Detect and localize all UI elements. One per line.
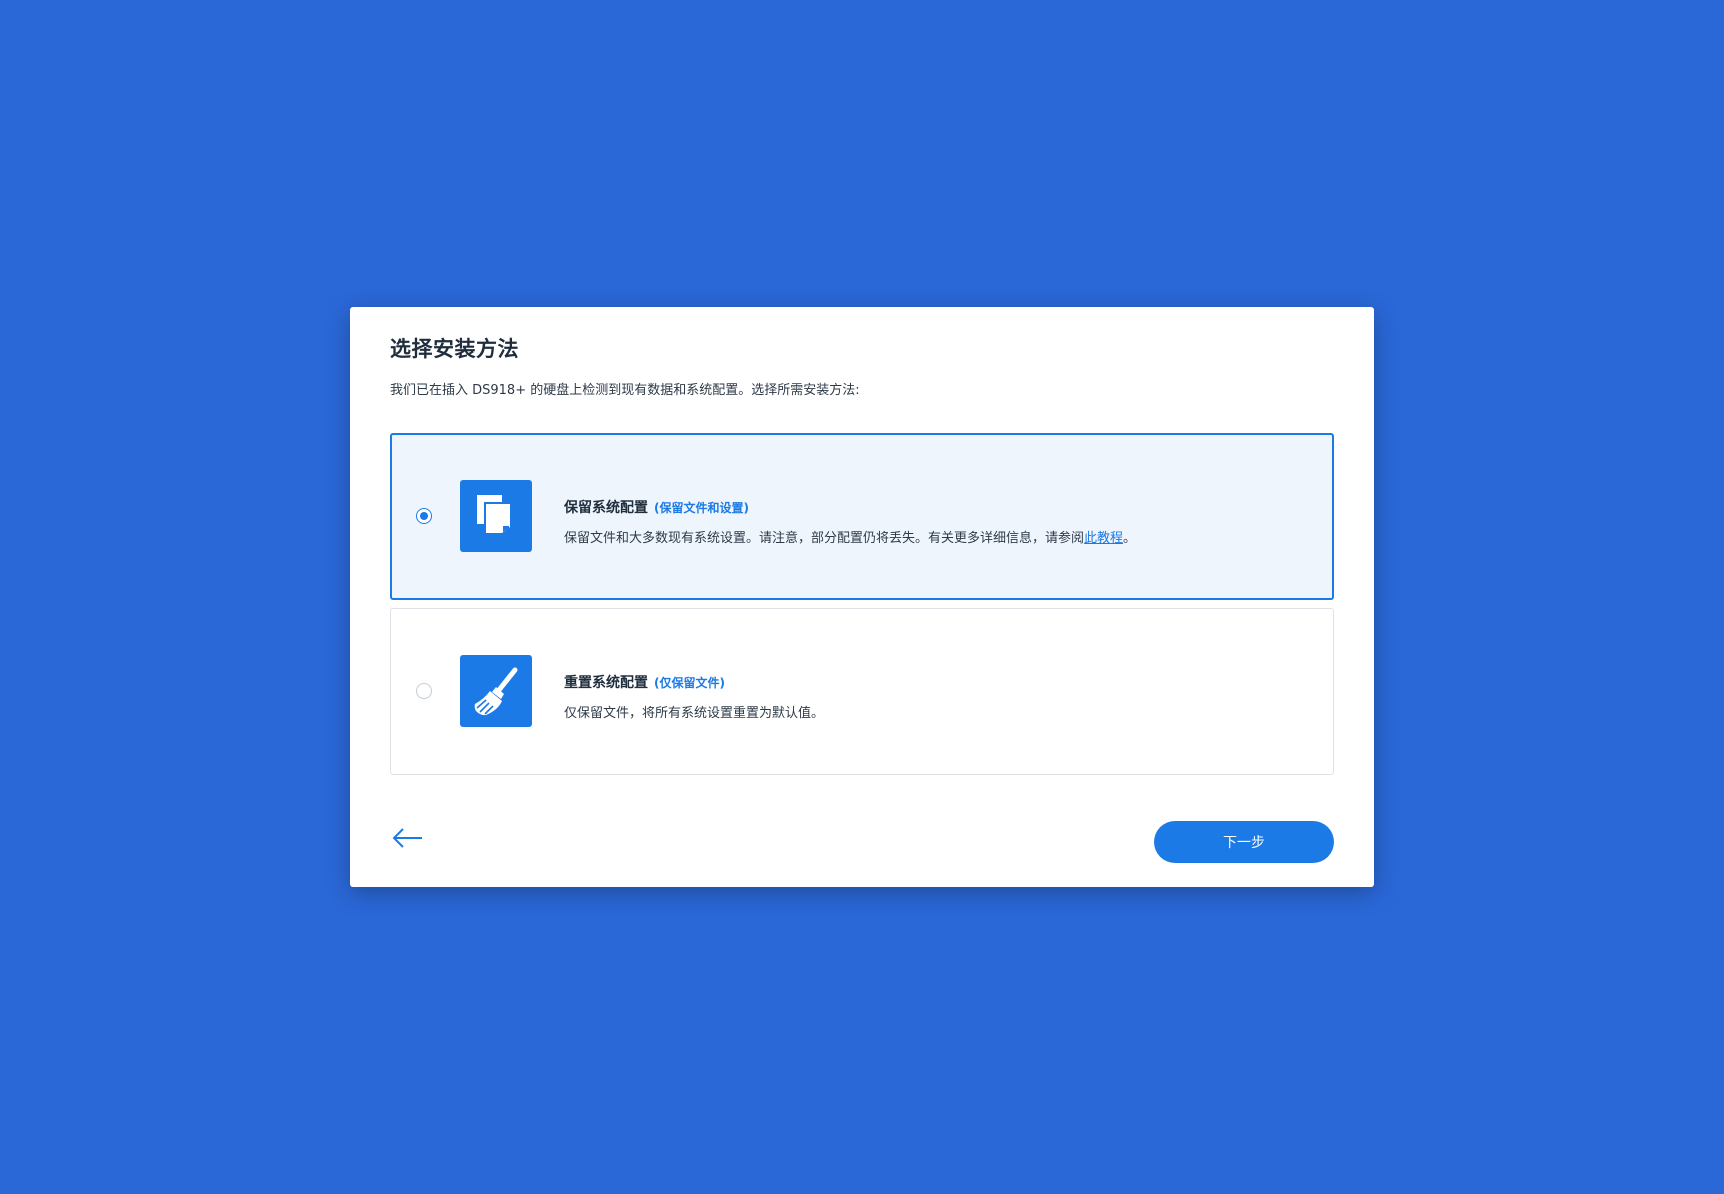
keep-config-desc-text: 保留文件和大多数现有系统设置。请注意，部分配置仍将丢失。有关更多详细信息，请参阅 (564, 531, 1085, 546)
keep-config-text: 保留系统配置 (保留文件和设置) 保留文件和大多数现有系统设置。请注意，部分配置仍… (564, 497, 1136, 546)
next-button[interactable]: 下一步 (1154, 821, 1334, 863)
dialog-title: 选择安装方法 (390, 337, 519, 361)
install-method-dialog: 选择安装方法 我们已在插入 DS918+ 的硬盘上检测到现有数据和系统配置。选择… (350, 307, 1374, 887)
keep-config-desc-end: 。 (1123, 531, 1137, 546)
broom-icon (460, 655, 532, 727)
reset-config-title: 重置系统配置 (564, 675, 648, 691)
copy-files-icon (460, 480, 532, 552)
dialog-subtitle: 我们已在插入 DS918+ 的硬盘上检测到现有数据和系统配置。选择所需安装方法: (390, 383, 860, 398)
reset-config-radio[interactable] (416, 683, 432, 699)
arrow-left-icon (392, 828, 422, 848)
reset-config-tag: (仅保留文件) (654, 676, 725, 690)
option-keep-config[interactable]: 保留系统配置 (保留文件和设置) 保留文件和大多数现有系统设置。请注意，部分配置仍… (390, 433, 1334, 600)
keep-config-radio[interactable] (416, 508, 432, 524)
keep-config-title: 保留系统配置 (564, 500, 648, 516)
option-reset-config[interactable]: 重置系统配置 (仅保留文件) 仅保留文件，将所有系统设置重置为默认值。 (390, 608, 1334, 775)
tutorial-link[interactable]: 此教程 (1084, 531, 1123, 546)
keep-config-tag: (保留文件和设置) (654, 501, 749, 515)
back-button[interactable] (392, 826, 424, 850)
reset-config-description: 仅保留文件，将所有系统设置重置为默认值。 (564, 706, 825, 721)
reset-config-text: 重置系统配置 (仅保留文件) 仅保留文件，将所有系统设置重置为默认值。 (564, 672, 824, 721)
keep-config-description: 保留文件和大多数现有系统设置。请注意，部分配置仍将丢失。有关更多详细信息，请参阅… (564, 527, 1136, 546)
